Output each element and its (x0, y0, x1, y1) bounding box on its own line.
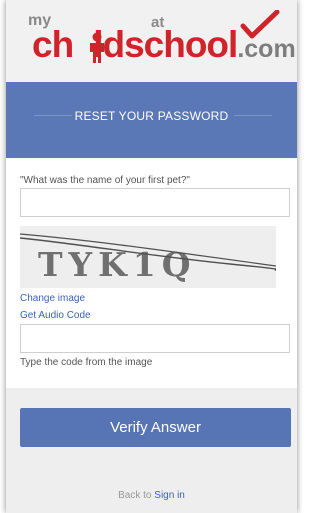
page-title: RESET YOUR PASSWORD (74, 109, 229, 123)
back-prefix: Back to (118, 490, 152, 501)
reset-password-panel: my at ch ldschool.com RESET YOUR PASSWORD… (6, 0, 297, 513)
security-answer-input[interactable] (20, 188, 290, 217)
verify-answer-button[interactable]: Verify Answer (20, 408, 291, 447)
logo-ch: ch (32, 24, 74, 65)
mychildatschool-logo: my at ch ldschool.com (26, 10, 296, 66)
audio-code-link[interactable]: Get Audio Code (20, 310, 91, 321)
header-divider-right (234, 115, 272, 116)
sign-in-link[interactable]: Sign in (154, 490, 185, 501)
logo-bar: my at ch ldschool.com (6, 0, 297, 82)
form-footer: Verify Answer Back to Sign in (6, 388, 297, 513)
child-figure-icon (90, 32, 104, 63)
captcha-hint: Type the code from the image (20, 357, 153, 368)
captcha-graphic: TYK1Q (20, 226, 276, 288)
checkmark-icon (240, 10, 280, 39)
captcha-code-input[interactable] (20, 324, 290, 353)
logo-school: school (124, 24, 238, 65)
security-question-label: "What was the name of your first pet?" (20, 175, 190, 186)
back-to-signin: Back to Sign in (6, 490, 297, 501)
change-image-link[interactable]: Change image (20, 293, 85, 304)
captcha-image: TYK1Q (20, 226, 276, 288)
page-header: RESET YOUR PASSWORD (6, 82, 297, 158)
